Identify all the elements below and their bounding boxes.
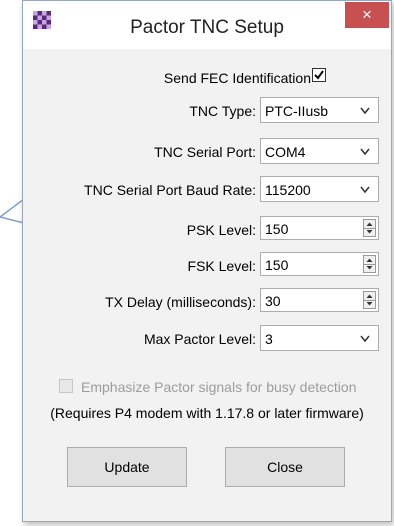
update-button[interactable]: Update xyxy=(67,447,187,487)
fsk-level-stepper[interactable] xyxy=(363,255,376,273)
tnc-type-value: PTC-IIusb xyxy=(265,103,329,119)
tnc-type-row: TNC Type: PTC-IIusb xyxy=(23,97,391,125)
tx-delay-value: 30 xyxy=(265,293,281,309)
fsk-level-row: FSK Level: 150 xyxy=(23,252,391,280)
fsk-level-value: 150 xyxy=(265,257,289,273)
fsk-level-label: FSK Level: xyxy=(187,258,256,274)
serial-port-select[interactable]: COM4 xyxy=(260,138,379,164)
max-pactor-select[interactable]: 3 xyxy=(260,325,379,351)
fec-row: Send FEC Identification xyxy=(23,64,391,92)
baud-rate-select[interactable]: 115200 xyxy=(260,176,379,202)
fsk-level-spinner[interactable]: 150 xyxy=(260,252,379,276)
tx-delay-stepper[interactable] xyxy=(363,291,376,309)
psk-level-row: PSK Level: 150 xyxy=(23,216,391,244)
tx-delay-spinner[interactable]: 30 xyxy=(260,288,379,312)
tx-delay-label: TX Delay (milliseconds): xyxy=(105,294,256,310)
arrow-down-icon[interactable] xyxy=(364,264,375,272)
tx-delay-row: TX Delay (milliseconds): 30 xyxy=(23,288,391,316)
chevron-down-icon xyxy=(360,148,370,156)
psk-level-label: PSK Level: xyxy=(186,222,256,238)
close-button[interactable]: Close xyxy=(225,447,345,487)
psk-level-value: 150 xyxy=(265,221,289,237)
baud-rate-row: TNC Serial Port Baud Rate: 115200 xyxy=(23,176,391,204)
title-bar[interactable]: Pactor TNC Setup × xyxy=(23,1,391,49)
arrow-down-icon[interactable] xyxy=(364,228,375,236)
tnc-type-label: TNC Type: xyxy=(189,103,256,119)
psk-level-stepper[interactable] xyxy=(363,219,376,237)
max-pactor-label: Max Pactor Level: xyxy=(143,331,256,347)
close-window-button[interactable]: × xyxy=(345,2,389,28)
setup-dialog: Pactor TNC Setup × Send FEC Identificati… xyxy=(22,0,392,522)
arrow-down-icon[interactable] xyxy=(364,300,375,308)
baud-rate-label: TNC Serial Port Baud Rate: xyxy=(84,182,256,198)
max-pactor-row: Max Pactor Level: 3 xyxy=(23,325,391,353)
max-pactor-value: 3 xyxy=(265,331,273,347)
chevron-down-icon xyxy=(360,335,370,343)
baud-rate-value: 115200 xyxy=(265,182,311,198)
fec-label: Send FEC Identification xyxy=(163,70,311,86)
chevron-down-icon xyxy=(360,186,370,194)
emphasize-checkbox[interactable] xyxy=(59,379,73,393)
close-icon: × xyxy=(362,5,372,24)
tnc-type-select[interactable]: PTC-IIusb xyxy=(260,97,379,123)
serial-port-row: TNC Serial Port: COM4 xyxy=(23,138,391,166)
window-title: Pactor TNC Setup xyxy=(130,17,284,38)
chevron-down-icon xyxy=(360,107,370,115)
fec-checkbox[interactable] xyxy=(312,68,326,82)
emphasize-label: Emphasize Pactor signals for busy detect… xyxy=(81,379,357,395)
psk-level-spinner[interactable]: 150 xyxy=(260,216,379,240)
firmware-note: (Requires P4 modem with 1.17.8 or later … xyxy=(50,405,364,421)
serial-port-value: COM4 xyxy=(265,144,306,160)
serial-port-label: TNC Serial Port: xyxy=(154,144,256,160)
checkmark-icon xyxy=(314,70,324,80)
